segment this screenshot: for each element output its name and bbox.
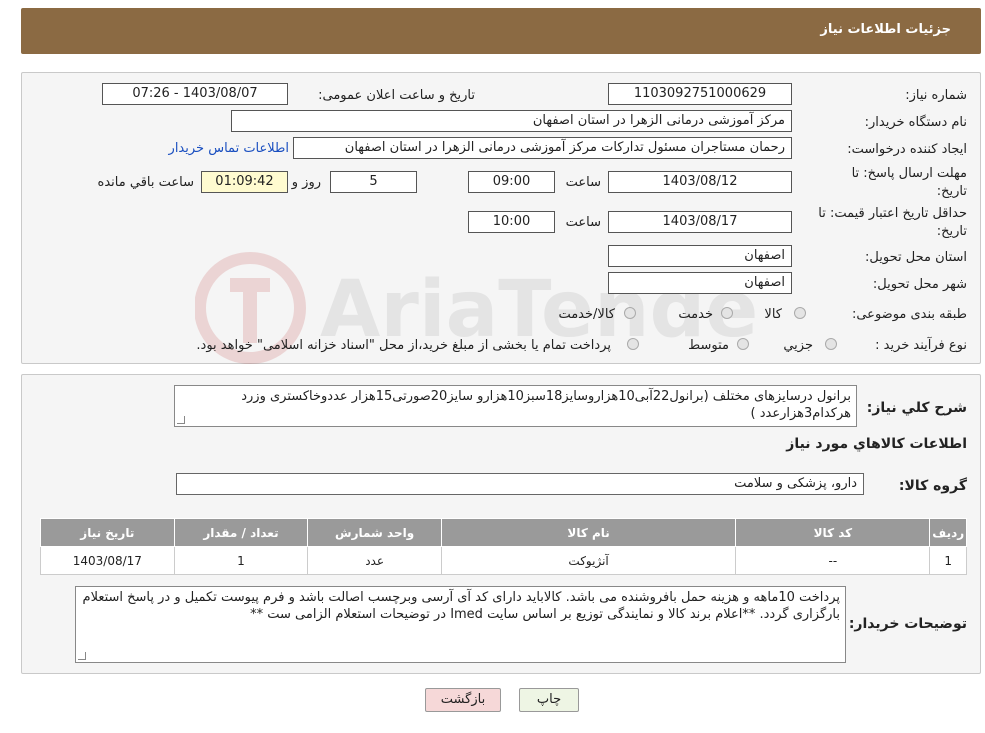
category-option-goods-service: کالا/خدمت xyxy=(558,307,615,322)
reply-deadline-label-date: تاریخ: xyxy=(936,184,967,199)
validity-date-field: 1403/08/17 xyxy=(608,211,792,233)
reply-deadline-label: مهلت ارسال پاسخ: تا xyxy=(851,166,967,181)
goods-group-label: گروه کالا: xyxy=(898,478,967,494)
category-radio-goods-service[interactable] xyxy=(624,307,636,319)
goods-group-field: دارو، پزشکی و سلامت xyxy=(176,473,864,495)
need-number-field: 1103092751000629 xyxy=(608,83,792,105)
cell-goods-code: -- xyxy=(735,546,931,575)
category-label: طبقه بندی موضوعی: xyxy=(851,307,967,322)
col-row-number: ردیف xyxy=(929,518,967,547)
buyer-org-field: مرکز آموزشی درمانی الزهرا در استان اصفها… xyxy=(231,110,792,132)
treasury-checkbox[interactable] xyxy=(627,338,639,350)
need-number-label: شماره نیاز: xyxy=(905,88,967,103)
purchase-option-medium: متوسط xyxy=(688,338,729,353)
purchase-option-minor: جزیي xyxy=(783,338,813,353)
buyer-org-label: نام دستگاه خریدار: xyxy=(864,115,967,130)
category-option-goods: کالا xyxy=(764,307,782,322)
price-validity-label-date: تاریخ: xyxy=(936,224,967,239)
back-button[interactable]: بازگشت xyxy=(425,688,501,712)
creator-label: ایجاد کننده درخواست: xyxy=(847,142,967,157)
purchase-type-label: نوع فرآیند خرید : xyxy=(875,338,967,353)
summary-textarea[interactable]: برانول درسایزهای مختلف (برانول22آبی10هزا… xyxy=(174,385,857,427)
page-header: جزئیات اطلاعات نیاز xyxy=(21,8,981,54)
page-title: جزئیات اطلاعات نیاز xyxy=(820,22,951,37)
cell-goods-name: آنژیوکت xyxy=(440,546,737,575)
city-field: اصفهان xyxy=(608,272,792,294)
price-validity-label: حداقل تاریخ اعتبار قیمت: تا xyxy=(818,206,967,221)
remaining-days-field: 5 xyxy=(330,171,417,193)
reply-date-field: 1403/08/12 xyxy=(608,171,792,193)
goods-info-title: اطلاعات كالاهاي مورد نياز xyxy=(786,436,967,452)
buyer-notes-label: توضیحات خریدار: xyxy=(848,616,967,632)
announce-datetime-field: 1403/08/07 - 07:26 xyxy=(102,83,288,105)
col-quantity: تعداد / مقدار xyxy=(173,518,309,547)
col-goods-name: نام کالا xyxy=(440,518,737,547)
category-radio-service[interactable] xyxy=(721,307,733,319)
buyer-contact-link[interactable]: اطلاعات تماس خریدار xyxy=(169,141,289,156)
col-unit: واحد شمارش xyxy=(307,518,442,547)
treasury-note: پرداخت تمام یا بخشی از مبلغ خرید،از محل … xyxy=(196,338,611,353)
validity-hour-label: ساعت xyxy=(565,215,601,230)
announce-label: تاریخ و ساعت اعلان عمومی: xyxy=(318,88,475,103)
reply-time-field: 09:00 xyxy=(468,171,555,193)
remaining-time-field: 01:09:42 xyxy=(201,171,288,193)
purchase-radio-medium[interactable] xyxy=(737,338,749,350)
summary-text: برانول درسایزهای مختلف (برانول22آبی10هزا… xyxy=(241,389,851,421)
summary-label: شرح كلي نياز: xyxy=(866,400,967,416)
reply-hour-label: ساعت xyxy=(565,175,601,190)
province-label: استان محل تحویل: xyxy=(865,250,967,265)
validity-time-field: 10:00 xyxy=(468,211,555,233)
goods-table: ردیف کد کالا نام کالا واحد شمارش تعداد /… xyxy=(40,518,967,575)
category-option-service: خدمت xyxy=(678,307,713,322)
cell-unit: عدد xyxy=(307,546,442,575)
table-row: 1 -- آنژیوکت عدد 1 1403/08/17 xyxy=(40,546,967,575)
creator-field: رحمان مستاجران مسئول تدارکات مرکز آموزشی… xyxy=(293,137,792,159)
resize-grip-icon[interactable] xyxy=(177,416,185,424)
print-button[interactable]: چاپ xyxy=(519,688,579,712)
buyer-notes-text: پرداخت 10ماهه و هزینه حمل بافروشنده می ب… xyxy=(82,590,840,622)
resize-grip-icon[interactable] xyxy=(78,652,86,660)
cell-quantity: 1 xyxy=(173,546,309,575)
province-field: اصفهان xyxy=(608,245,792,267)
days-label: روز و xyxy=(291,175,321,190)
col-need-date: تاریخ نیاز xyxy=(40,518,175,547)
buyer-notes-textarea[interactable]: پرداخت 10ماهه و هزینه حمل بافروشنده می ب… xyxy=(75,586,846,663)
col-goods-code: کد کالا xyxy=(735,518,931,547)
city-label: شهر محل تحویل: xyxy=(872,277,967,292)
cell-need-date: 1403/08/17 xyxy=(40,546,175,575)
cell-row-number: 1 xyxy=(929,546,967,575)
remaining-time-label: ساعت باقي مانده xyxy=(97,175,194,190)
category-radio-goods[interactable] xyxy=(794,307,806,319)
goods-table-header: ردیف کد کالا نام کالا واحد شمارش تعداد /… xyxy=(40,518,967,547)
purchase-radio-minor[interactable] xyxy=(825,338,837,350)
